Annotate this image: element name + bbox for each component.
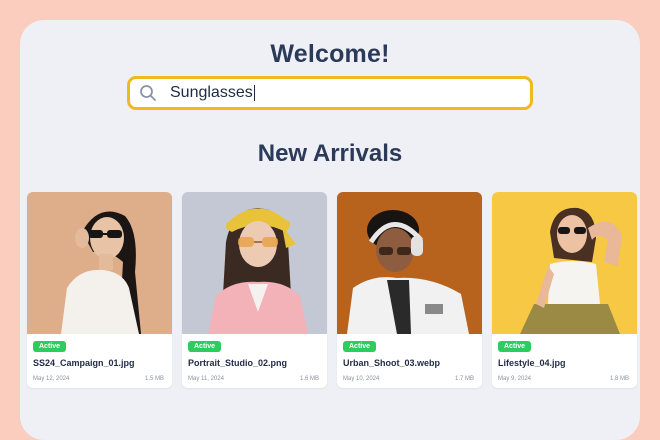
photo-thumbnail[interactable] — [27, 192, 172, 334]
file-size: 1.7 MB — [454, 376, 474, 382]
file-size: 1.5 MB — [144, 376, 164, 382]
file-date: May 11, 2024 — [188, 376, 224, 382]
file-name: Urban_Shoot_03.webp — [343, 358, 441, 368]
section-title: New Arrivals — [257, 140, 403, 167]
file-name: Lifestyle_04.jpg — [498, 358, 566, 368]
page-title: Welcome! — [270, 40, 390, 68]
file-size: 1.8 MB — [609, 376, 629, 382]
photo-thumbnail[interactable] — [182, 192, 327, 334]
image-card[interactable]: Active Urban_Shoot_03.webp May 10, 2024 … — [337, 192, 482, 388]
status-badge: Active — [343, 341, 377, 352]
file-name: SS24_Campaign_01.jpg — [33, 358, 135, 368]
file-name: Portrait_Studio_02.png — [188, 358, 288, 368]
file-date: May 10, 2024 — [343, 376, 380, 382]
app-window: Welcome! Sunglasses New Arrivals Active … — [20, 20, 640, 440]
search-field[interactable]: Sunglasses — [127, 76, 533, 110]
photo-thumbnail[interactable] — [337, 192, 482, 334]
status-badge: Active — [498, 341, 532, 352]
photo-thumbnail[interactable] — [492, 192, 637, 334]
search-icon[interactable] — [138, 83, 158, 103]
search-input[interactable]: Sunglasses — [170, 84, 255, 102]
file-date: May 12, 2024 — [33, 376, 70, 382]
image-card[interactable]: Active Lifestyle_04.jpg May 9, 2024 1.8 … — [492, 192, 637, 388]
file-date: May 9, 2024 — [498, 376, 532, 382]
status-badge: Active — [33, 341, 67, 352]
image-card[interactable]: Active Portrait_Studio_02.png May 11, 20… — [182, 192, 327, 388]
search-input-value: Sunglasses — [170, 84, 253, 101]
text-caret — [253, 85, 255, 101]
file-size: 1.6 MB — [299, 376, 319, 382]
image-card[interactable]: Active SS24_Campaign_01.jpg May 12, 2024… — [27, 192, 172, 388]
status-badge: Active — [188, 341, 222, 352]
